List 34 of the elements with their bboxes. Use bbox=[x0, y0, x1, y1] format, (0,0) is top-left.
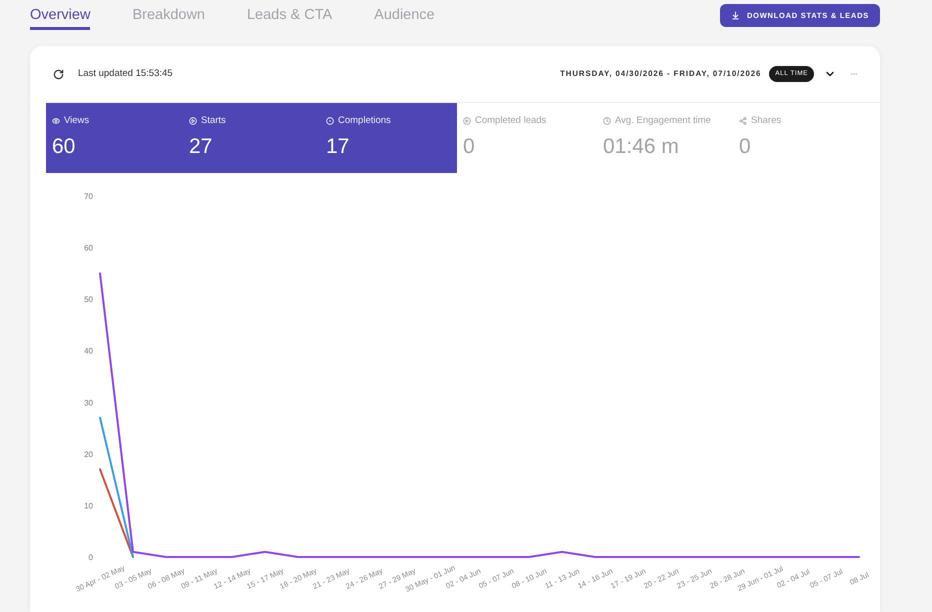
metric-value: 17 bbox=[326, 135, 350, 159]
play-circle-icon bbox=[189, 117, 197, 125]
metric-label: Completed leads bbox=[475, 115, 546, 127]
refresh-icon bbox=[52, 68, 64, 80]
y-axis-label: 0 bbox=[88, 553, 93, 562]
tab[interactable]: Overview bbox=[30, 0, 90, 30]
metric-label: Views bbox=[64, 115, 90, 127]
last-updated-text: Last updated 15:53:45 bbox=[78, 66, 173, 81]
metric-label: Avg. Engagement time bbox=[615, 115, 711, 127]
y-axis-label: 60 bbox=[84, 244, 93, 253]
y-axis-label: 10 bbox=[84, 501, 93, 510]
metric-card[interactable]: Completions 17 bbox=[320, 103, 457, 173]
dot-circle-icon bbox=[326, 117, 334, 125]
y-axis-label: 30 bbox=[84, 398, 93, 408]
y-axis-label: 50 bbox=[84, 295, 93, 304]
refresh-button[interactable] bbox=[52, 68, 64, 80]
download-icon bbox=[730, 11, 740, 20]
metric-value: 0 bbox=[463, 135, 475, 159]
y-axis-label: 40 bbox=[84, 346, 93, 356]
metric-label: Shares bbox=[751, 115, 782, 127]
metric-label: Completions bbox=[338, 115, 391, 127]
y-axis-label: 70 bbox=[84, 192, 93, 201]
share-icon bbox=[739, 117, 747, 125]
metric-value: 01:46 m bbox=[603, 135, 679, 159]
metric-value: 27 bbox=[189, 135, 212, 159]
arrow-circle-icon bbox=[463, 117, 471, 125]
metric-value: 60 bbox=[52, 135, 76, 159]
y-axis-label: 20 bbox=[84, 450, 93, 459]
eye-icon bbox=[52, 117, 60, 125]
clock-icon bbox=[603, 117, 611, 125]
metric-card[interactable]: Views 60 bbox=[46, 103, 183, 173]
metric-value: 0 bbox=[739, 135, 751, 159]
metric-card[interactable]: Starts 27 bbox=[183, 103, 320, 173]
metric-label: Starts bbox=[201, 115, 226, 127]
